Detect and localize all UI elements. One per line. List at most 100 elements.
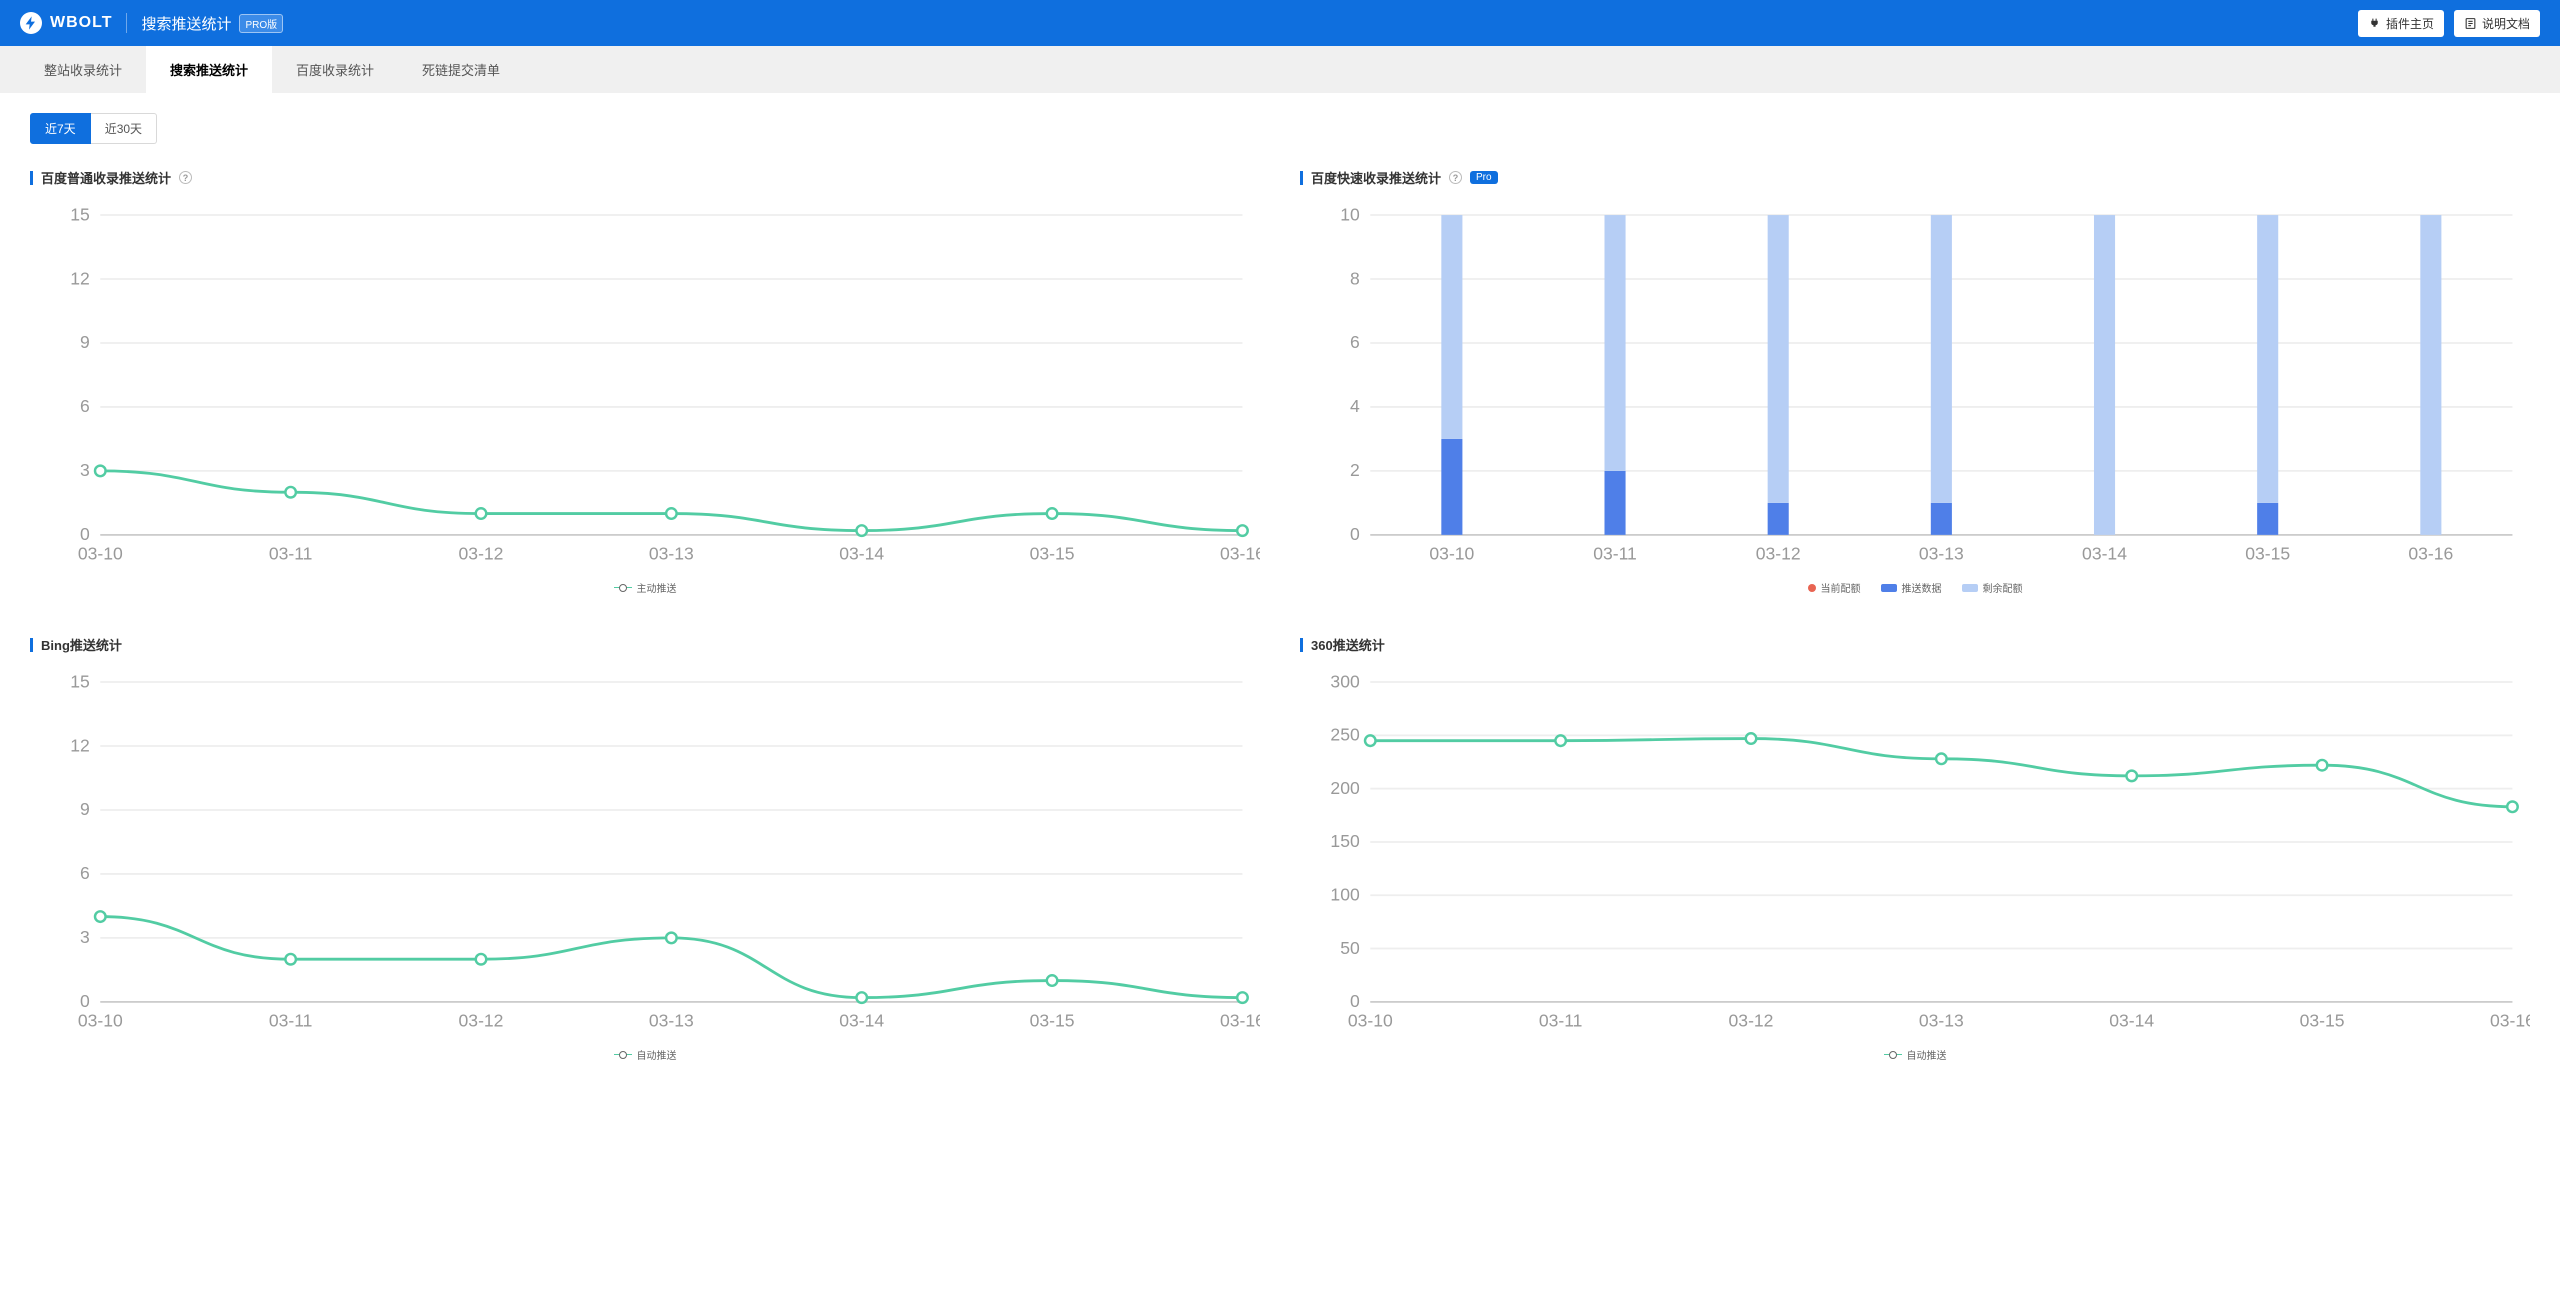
title-accent-bar bbox=[30, 638, 33, 652]
tab-push-stats[interactable]: 搜索推送统计 bbox=[146, 46, 272, 93]
title-accent-bar bbox=[30, 171, 33, 185]
doc-icon bbox=[2464, 17, 2477, 30]
pro-badge: Pro bbox=[1470, 171, 1498, 184]
tab-baidu-index[interactable]: 百度收录统计 bbox=[272, 46, 398, 93]
plugin-home-button[interactable]: 插件主页 bbox=[2358, 10, 2444, 37]
svg-text:03-10: 03-10 bbox=[1429, 543, 1474, 563]
svg-text:12: 12 bbox=[70, 735, 90, 755]
legend-item: 当前配额 bbox=[1808, 580, 1861, 595]
legend-item: 剩余配额 bbox=[1962, 580, 2023, 595]
legend-swatch bbox=[1962, 584, 1978, 592]
line-chart-360: 05010015020025030003-1003-1103-1203-1303… bbox=[1300, 668, 2530, 1037]
chart-title-text: Bing推送统计 bbox=[41, 635, 122, 654]
chart-bing: Bing推送统计 0369121503-1003-1103-1203-1303-… bbox=[30, 635, 1260, 1062]
svg-text:03-16: 03-16 bbox=[1220, 543, 1260, 563]
legend-label: 推送数据 bbox=[1902, 580, 1942, 595]
legend-item: 推送数据 bbox=[1881, 580, 1942, 595]
svg-text:03-14: 03-14 bbox=[2082, 543, 2127, 563]
svg-text:3: 3 bbox=[80, 460, 90, 480]
svg-text:200: 200 bbox=[1330, 778, 1360, 798]
svg-text:250: 250 bbox=[1330, 725, 1360, 745]
bolt-icon bbox=[20, 12, 42, 34]
chart-legend: 自动推送 bbox=[30, 1047, 1260, 1062]
pro-version-badge: PRO版 bbox=[239, 14, 283, 33]
svg-text:03-12: 03-12 bbox=[459, 543, 504, 563]
docs-button[interactable]: 说明文档 bbox=[2454, 10, 2540, 37]
line-chart-baidu-normal: 0369121503-1003-1103-1203-1303-1403-1503… bbox=[30, 201, 1260, 570]
legend-label: 自动推送 bbox=[1907, 1047, 1947, 1062]
svg-text:9: 9 bbox=[80, 799, 90, 819]
help-icon[interactable]: ? bbox=[179, 171, 192, 184]
legend-item: 主动推送 bbox=[614, 580, 677, 595]
docs-label: 说明文档 bbox=[2482, 15, 2530, 32]
svg-text:03-16: 03-16 bbox=[2490, 1010, 2530, 1030]
svg-text:4: 4 bbox=[1350, 396, 1360, 416]
svg-text:03-14: 03-14 bbox=[839, 1010, 884, 1030]
brand-logo: WBOLT bbox=[20, 12, 112, 34]
svg-text:0: 0 bbox=[80, 524, 90, 544]
help-icon[interactable]: ? bbox=[1449, 171, 1462, 184]
charts-grid: 百度普通收录推送统计 ? 0 3 6 9 12 15 03-10 03-11 03-12 03-1… bbox=[30, 168, 2530, 1062]
svg-text:03-15: 03-15 bbox=[2245, 543, 2290, 563]
svg-text:03-10: 03-10 bbox=[78, 1010, 123, 1030]
chart-baidu-normal: 百度普通收录推送统计 ? 0369121503-1003-1103-1203-1… bbox=[30, 168, 1260, 595]
svg-text:03-13: 03-13 bbox=[649, 1010, 694, 1030]
svg-text:03-12: 03-12 bbox=[1756, 543, 1801, 563]
svg-text:03-12: 03-12 bbox=[1729, 1010, 1774, 1030]
line-chart-bing: 0369121503-1003-1103-1203-1303-1403-1503… bbox=[30, 668, 1260, 1037]
svg-text:03-11: 03-11 bbox=[269, 1010, 313, 1030]
svg-text:0: 0 bbox=[80, 991, 90, 1011]
chart-title-text: 360推送统计 bbox=[1311, 635, 1385, 654]
chart-legend: 当前配额 推送数据 剩余配额 bbox=[1300, 580, 2530, 595]
svg-text:0: 0 bbox=[1350, 524, 1360, 544]
svg-text:03-14: 03-14 bbox=[2109, 1010, 2154, 1030]
svg-text:2: 2 bbox=[1350, 460, 1360, 480]
plug-icon bbox=[2368, 17, 2381, 30]
plugin-home-label: 插件主页 bbox=[2386, 15, 2434, 32]
svg-text:15: 15 bbox=[70, 671, 90, 691]
svg-text:03-11: 03-11 bbox=[1539, 1010, 1583, 1030]
svg-text:300: 300 bbox=[1330, 671, 1360, 691]
chart-legend: 自动推送 bbox=[1300, 1047, 2530, 1062]
svg-text:9: 9 bbox=[80, 332, 90, 352]
tab-deadlink[interactable]: 死链提交清单 bbox=[398, 46, 524, 93]
header-right: 插件主页 说明文档 bbox=[2358, 10, 2540, 37]
chart-title-text: 百度普通收录推送统计 bbox=[41, 168, 171, 187]
svg-text:6: 6 bbox=[1350, 332, 1360, 352]
svg-text:03-10: 03-10 bbox=[78, 543, 123, 563]
tab-bar: 整站收录统计 搜索推送统计 百度收录统计 死链提交清单 bbox=[0, 46, 2560, 93]
header-bar: WBOLT 搜索推送统计 PRO版 插件主页 说明文档 bbox=[0, 0, 2560, 46]
chart-360: 360推送统计 05010015020025030003-1003-1103-1… bbox=[1300, 635, 2530, 1062]
legend-label: 主动推送 bbox=[637, 580, 677, 595]
svg-text:50: 50 bbox=[1340, 938, 1360, 958]
tab-site-index[interactable]: 整站收录统计 bbox=[20, 46, 146, 93]
svg-text:03-10: 03-10 bbox=[1348, 1010, 1393, 1030]
svg-text:03-13: 03-13 bbox=[1919, 1010, 1964, 1030]
svg-text:6: 6 bbox=[80, 396, 90, 416]
range-selector: 近7天 近30天 bbox=[30, 113, 2530, 144]
svg-text:100: 100 bbox=[1330, 885, 1360, 905]
svg-text:15: 15 bbox=[70, 204, 90, 224]
svg-text:0: 0 bbox=[1350, 991, 1360, 1011]
svg-text:03-15: 03-15 bbox=[2300, 1010, 2345, 1030]
content-area: 近7天 近30天 百度普通收录推送统计 ? 0 3 6 9 12 15 03-10 03-11… bbox=[0, 93, 2560, 1082]
legend-label: 剩余配额 bbox=[1983, 580, 2023, 595]
chart-legend: 主动推送 bbox=[30, 580, 1260, 595]
svg-text:03-13: 03-13 bbox=[1919, 543, 1964, 563]
range-7d-button[interactable]: 近7天 bbox=[30, 113, 91, 144]
svg-text:03-16: 03-16 bbox=[1220, 1010, 1260, 1030]
title-accent-bar bbox=[1300, 638, 1303, 652]
range-30d-button[interactable]: 近30天 bbox=[91, 113, 157, 144]
svg-text:03-13: 03-13 bbox=[649, 543, 694, 563]
header-left: WBOLT 搜索推送统计 PRO版 bbox=[20, 12, 283, 34]
svg-text:10: 10 bbox=[1340, 204, 1360, 224]
svg-text:6: 6 bbox=[80, 863, 90, 883]
header-divider bbox=[126, 13, 127, 33]
legend-label: 当前配额 bbox=[1821, 580, 1861, 595]
chart-title-text: 百度快速收录推送统计 bbox=[1311, 168, 1441, 187]
legend-item: 自动推送 bbox=[1884, 1047, 1947, 1062]
page-title: 搜索推送统计 bbox=[141, 13, 231, 34]
brand-name: WBOLT bbox=[50, 14, 112, 32]
svg-text:8: 8 bbox=[1350, 268, 1360, 288]
svg-text:03-14: 03-14 bbox=[839, 543, 884, 563]
